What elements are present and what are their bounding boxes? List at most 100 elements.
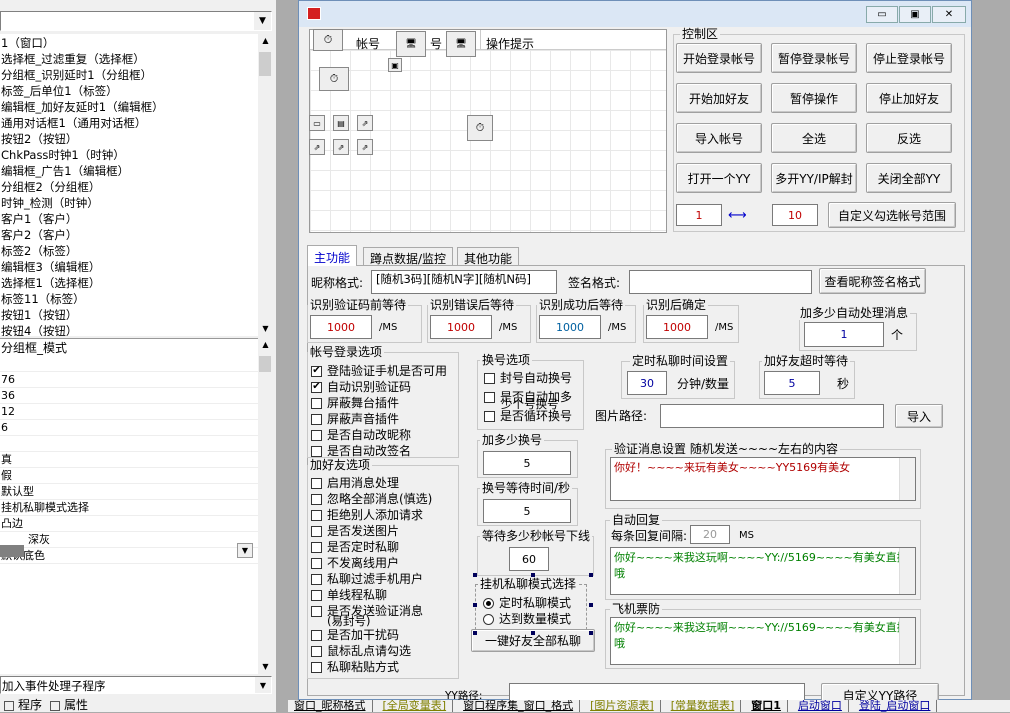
selection-handle[interactable] [589,631,593,635]
checkbox-icon[interactable]: ✔ [311,381,322,393]
checkbox-icon[interactable]: ✔ [311,365,322,377]
checkbox-icon[interactable] [311,397,322,409]
friend-option[interactable]: 忽略全部消息(慎选) [311,492,432,506]
checkbox-icon[interactable] [311,589,322,601]
client-icon[interactable]: 🖥 [446,31,476,57]
login-option[interactable]: 是否自动改昵称 [311,428,411,442]
scroll-up-icon[interactable]: ▲ [258,338,273,352]
friend-timeout-input[interactable]: 5 [764,371,820,395]
bottom-tab[interactable]: 启动窗口 [792,700,849,712]
reply-textarea[interactable]: 你好~~~~来我这玩啊~~~~YY://5169~~~~有美女直播哦 [610,547,916,595]
object-tree[interactable]: 1（窗口） 选择框_过滤重复（选择框） 分组框_识别延时1（分组框） 标签_后单位1（… [0,34,258,336]
switch-wait-input[interactable]: 5 [483,499,571,523]
bottom-tab[interactable]: 登陆_启动窗口 [853,700,938,712]
radio-icon[interactable] [483,597,494,609]
tree-item[interactable]: 通用对话框1（通用对话框） [0,115,258,131]
splitter[interactable] [276,0,296,712]
stop-login-button[interactable]: 停止登录帐号 [866,43,952,73]
tree-item[interactable]: 时钟_检测（时钟） [0,195,258,211]
property-row[interactable]: 默认底色 [0,548,258,564]
switch-count-input[interactable]: 5 [483,451,571,475]
tree-item[interactable]: 1（窗口） [0,35,258,51]
pause-login-button[interactable]: 暂停登录帐号 [771,43,857,73]
bottom-tab[interactable]: [图片资源表] [584,700,661,712]
tool-icon[interactable]: ⇗ [357,139,373,155]
dialog-icon[interactable]: ▭ [309,115,325,131]
switch-option[interactable]: 是否循环换号 [484,409,572,423]
checkbox-icon[interactable] [311,477,322,489]
tree-item[interactable]: 分组框2（分组框） [0,179,258,195]
checkbox-icon[interactable] [484,410,495,422]
checkbox-icon[interactable] [311,493,322,505]
tree-item[interactable]: 按钮4（按钮） [0,323,258,336]
tab-other[interactable]: 其他功能 [457,247,520,266]
property-row[interactable]: 假 [0,468,258,484]
bottom-tab[interactable]: 窗口1 [745,700,788,712]
stop-add-friend-button[interactable]: 停止加好友 [866,83,952,113]
friend-option[interactable]: 鼠标乱点请勾选 [311,644,411,658]
combo-arrow-icon[interactable]: ▼ [254,12,271,30]
property-row[interactable]: 6 [0,420,258,436]
offline-wait-input[interactable]: 60 [509,547,549,571]
checkbox-icon[interactable] [311,661,322,673]
minimize-button[interactable]: ▭ [866,6,898,23]
scroll-thumb[interactable] [259,52,271,76]
checkbox-icon[interactable] [484,372,495,384]
tree-item[interactable]: 编辑框3（编辑框） [0,259,258,275]
wait-input[interactable]: 1000 [310,315,372,339]
import-button[interactable]: 导入 [895,404,943,428]
scroll-up-icon[interactable]: ▲ [258,34,273,48]
selection-handle[interactable] [531,573,535,577]
login-option[interactable]: ✔ 自动识别验证码 [311,380,411,394]
tree-item[interactable]: 编辑框_广告1（编辑框） [0,163,258,179]
tree-item[interactable]: 选择框1（选择框） [0,275,258,291]
friend-option[interactable]: 是否定时私聊 [311,540,399,554]
selection-handle[interactable] [589,603,593,607]
wait-input[interactable]: 1000 [430,315,492,339]
checkbox-icon[interactable] [311,541,322,553]
tab-program[interactable]: 程序 [4,696,42,713]
login-option[interactable]: 屏蔽声音插件 [311,412,399,426]
event-combo[interactable]: 加入事件处理子程序 ▼ [0,676,272,694]
bottom-tab[interactable]: [全局变量表] [377,700,454,712]
property-row[interactable]: 76 [0,372,258,388]
tree-item[interactable]: 客户2（客户） [0,227,258,243]
tree-item[interactable]: 分组框_识别延时1（分组框） [0,67,258,83]
login-option[interactable]: ✔ 登陆验证手机是否可用 [311,364,447,378]
checkbox-icon[interactable] [311,629,322,641]
open-yy-button[interactable]: 打开一个YY [676,163,762,193]
scroll-down-icon[interactable]: ▼ [258,660,273,674]
property-row[interactable] [0,436,258,452]
friend-option[interactable]: 启用消息处理 [311,476,399,490]
selection-handle[interactable] [473,631,477,635]
tab-main[interactable]: 主功能 [307,245,358,266]
checkbox-icon[interactable] [311,557,322,569]
chat-mode-option[interactable]: 达到数量模式 [483,612,571,626]
tree-scrollbar[interactable]: ▲ ▼ [258,34,273,336]
tree-item[interactable]: 按钮1（按钮） [0,307,258,323]
friend-option[interactable]: 单线程私聊 [311,588,387,602]
start-login-button[interactable]: 开始登录帐号 [676,43,762,73]
yy-path-input[interactable] [509,683,805,701]
wait-input[interactable]: 1000 [646,315,708,339]
sign-format-input[interactable] [629,270,812,294]
checkbox-icon[interactable] [311,525,322,537]
timer-input[interactable]: 30 [627,371,667,395]
property-row[interactable]: 默认型 [0,484,258,500]
friend-option[interactable]: 拒绝别人添加请求 [311,508,423,522]
scroll-down-icon[interactable]: ▼ [258,322,273,336]
reply-interval-input[interactable]: 20 [690,525,730,544]
tree-item[interactable]: 标签_后单位1（标签） [0,83,258,99]
tab-monitor[interactable]: 蹲点数据/监控 [363,247,454,266]
tree-item[interactable]: 按钮2（按钮） [0,131,258,147]
checkbox-icon[interactable] [311,445,322,457]
tree-item[interactable]: 编辑框_加好友延时1（编辑框） [0,99,258,115]
wait-input[interactable]: 1000 [539,315,601,339]
property-scrollbar[interactable]: ▲ ▼ [258,338,273,674]
bottom-tab[interactable]: [常量数据表] [665,700,742,712]
client-icon[interactable]: 🖥 [396,31,426,57]
tree-item[interactable]: ChkPass时钟1（时钟） [0,147,258,163]
checkbox-icon[interactable] [311,429,322,441]
switch-option[interactable]: 封号自动换号 [484,371,572,385]
object-combo[interactable]: ▼ [0,11,272,31]
